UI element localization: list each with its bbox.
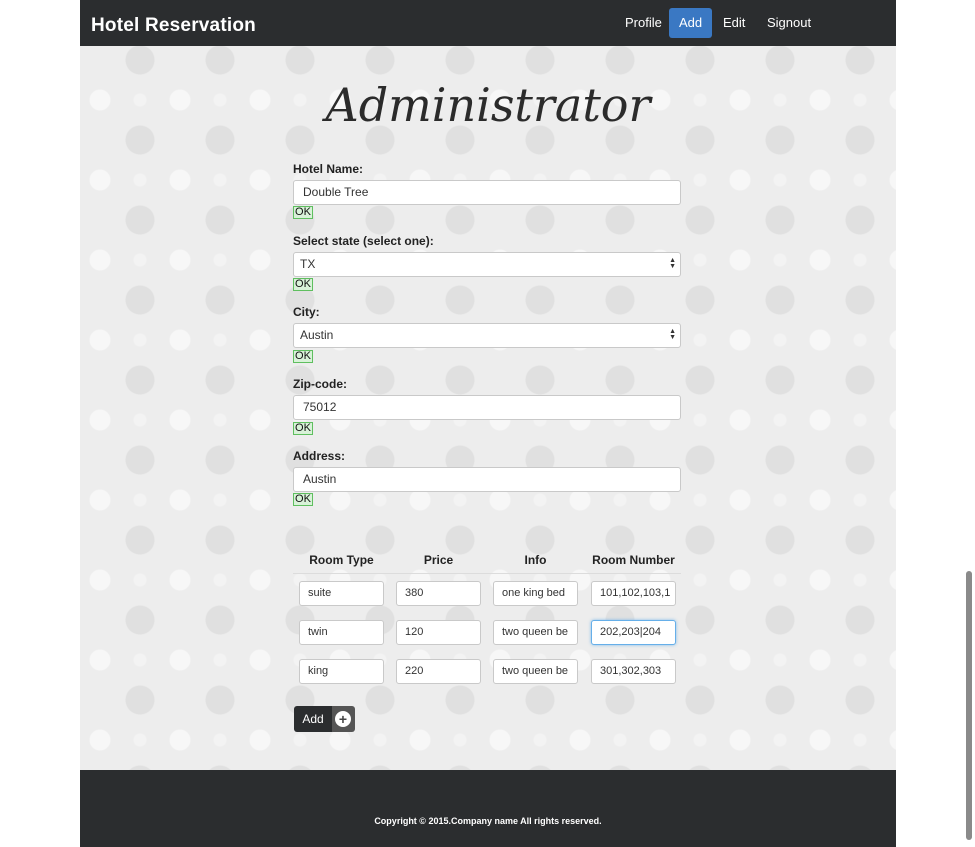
room-type-input[interactable]: twin <box>299 620 384 645</box>
header-price: Price <box>423 553 454 567</box>
room-type-input[interactable]: king <box>299 659 384 684</box>
zip-label: Zip-code: <box>293 377 347 391</box>
state-label: Select state (select one): <box>293 234 434 248</box>
copyright-text: Copyright © 2015.Company name All rights… <box>374 816 602 826</box>
add-room-button[interactable]: Add <box>294 706 332 732</box>
price-input[interactable]: 120 <box>396 620 481 645</box>
city-select[interactable]: Austin ▲ ▼ <box>293 323 681 348</box>
navbar: Hotel Reservation Profile Add Edit Signo… <box>80 0 896 46</box>
room-number-input[interactable]: 101,102,103,1 <box>591 581 676 606</box>
info-input[interactable]: two queen be <box>493 659 578 684</box>
price-input[interactable]: 380 <box>396 581 481 606</box>
address-ok-badge: OK <box>293 493 313 506</box>
hotel-name-input[interactable]: Double Tree <box>293 180 681 205</box>
nav-profile[interactable]: Profile <box>615 8 672 38</box>
add-row-button[interactable]: + <box>332 706 355 732</box>
state-ok-badge: OK <box>293 278 313 291</box>
price-input[interactable]: 220 <box>396 659 481 684</box>
zip-input[interactable]: 75012 <box>293 395 681 420</box>
header-room-type: Room Type <box>309 553 374 567</box>
footer: Copyright © 2015.Company name All rights… <box>80 770 896 847</box>
room-type-input[interactable]: suite <box>299 581 384 606</box>
plus-circle-icon: + <box>335 711 351 727</box>
select-arrows-icon: ▲ ▼ <box>669 257 676 270</box>
header-room-number: Room Number <box>592 553 675 567</box>
zip-ok-badge: OK <box>293 422 313 435</box>
page-scrollbar[interactable] <box>966 571 972 840</box>
info-input[interactable]: two queen be <box>493 620 578 645</box>
nav-signout[interactable]: Signout <box>757 8 821 38</box>
hotel-name-ok-badge: OK <box>293 206 313 219</box>
page: Hotel Reservation Profile Add Edit Signo… <box>80 0 896 847</box>
city-label: City: <box>293 305 320 319</box>
state-select[interactable]: TX ▲ ▼ <box>293 252 681 277</box>
info-input[interactable]: one king bed <box>493 581 578 606</box>
nav-edit[interactable]: Edit <box>713 8 755 38</box>
page-title: Administrator <box>325 78 651 132</box>
header-info: Info <box>524 553 547 567</box>
room-number-input[interactable]: 202,203|204 <box>591 620 676 645</box>
hotel-name-label: Hotel Name: <box>293 162 364 176</box>
address-label: Address: <box>293 449 346 463</box>
brand-title[interactable]: Hotel Reservation <box>91 15 256 37</box>
state-select-value: TX <box>300 257 316 271</box>
city-select-value: Austin <box>300 328 334 342</box>
nav-add[interactable]: Add <box>669 8 713 38</box>
select-arrows-icon: ▲ ▼ <box>669 328 676 341</box>
city-ok-badge: OK <box>293 350 313 363</box>
address-input[interactable]: Austin <box>293 467 681 492</box>
room-number-input[interactable]: 301,302,303 <box>591 659 676 684</box>
table-header-divider <box>293 573 681 574</box>
